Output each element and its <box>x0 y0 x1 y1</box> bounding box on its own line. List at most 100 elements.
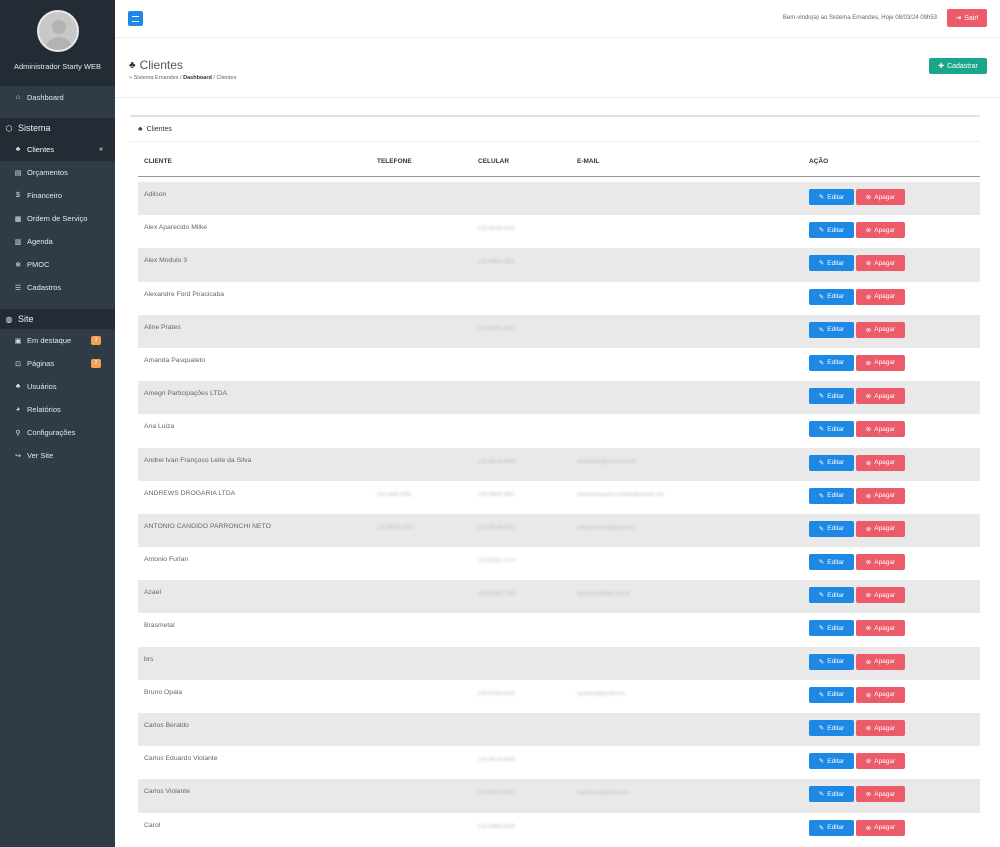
menu-toggle-button[interactable] <box>128 11 143 26</box>
delete-button[interactable]: ⊗ Apagar <box>856 388 905 405</box>
cell-celular: (19) 98749-0472 <box>478 524 515 531</box>
chevron-left-icon: « <box>99 146 103 153</box>
sidebar-item-configuracoes[interactable]: ⚲ Configurações <box>0 421 115 444</box>
delete-button[interactable]: ⊗ Apagar <box>856 620 905 637</box>
cell-cliente: Amanda Pasqualeto <box>144 356 206 364</box>
delete-button[interactable]: ⊗ Apagar <box>856 520 905 537</box>
delete-button[interactable]: ⊗ Apagar <box>856 720 905 736</box>
edit-label: Editar <box>827 691 845 699</box>
sidebar-item-clientes[interactable]: ♣ Clientes « <box>0 138 115 161</box>
column-header-cliente[interactable]: CLIENTE <box>144 158 172 165</box>
avatar[interactable] <box>36 10 79 52</box>
delete-button[interactable]: ⊗ Apagar <box>856 222 905 239</box>
pencil-icon: ✎ <box>818 194 825 201</box>
close-circle-icon: ⊗ <box>865 492 872 500</box>
edit-button[interactable]: ✎ Editar <box>809 421 854 438</box>
delete-button[interactable]: ⊗ Apagar <box>856 321 905 338</box>
edit-button[interactable]: ✎ Editar <box>809 255 854 272</box>
sidebar-item-dashboard[interactable]: ⌂ Dashboard <box>0 86 115 108</box>
delete-button[interactable]: ⊗ Apagar <box>856 288 905 305</box>
delete-button[interactable]: ⊗ Apagar <box>856 653 905 670</box>
edit-button[interactable]: ✎ Editar <box>809 388 854 405</box>
edit-button[interactable]: ✎ Editar <box>809 686 854 703</box>
delete-button[interactable]: ⊗ Apagar <box>856 255 905 272</box>
sidebar-item-em-destaque[interactable]: ▣ Em destaque 3 <box>0 329 115 352</box>
delete-button[interactable]: ⊗ Apagar <box>856 587 905 604</box>
count-badge: 2 <box>91 359 101 368</box>
edit-button[interactable]: ✎ Editar <box>809 620 854 637</box>
delete-button[interactable]: ⊗ Apagar <box>856 454 905 471</box>
logout-button[interactable]: ⇥ Sair! <box>947 9 987 27</box>
sidebar-item-relatorios[interactable]: ◕ Relatórios <box>0 398 115 421</box>
delete-button[interactable]: ⊗ Apagar <box>856 554 905 571</box>
delete-button[interactable]: ⊗ Apagar <box>856 421 905 438</box>
sidebar-item-ver-site[interactable]: ↪ Ver Site <box>0 444 115 467</box>
edit-label: Editar <box>827 624 845 632</box>
sidebar-item-paginas[interactable]: ⊡ Páginas 2 <box>0 352 115 375</box>
count-badge: 3 <box>91 336 101 345</box>
pencil-icon: ✎ <box>818 559 825 567</box>
delete-label: Apagar <box>874 492 896 500</box>
table-row: Andrei Ivan Françoso Leite da Silva (19) … <box>138 447 980 481</box>
close-circle-icon: ⊗ <box>865 625 872 633</box>
sidebar-item-ordem-servico[interactable]: ▦ Ordem de Serviço <box>0 207 115 230</box>
table-row: Carol (19) 99863-4300 ✎ Editar ⊗ Apagar <box>138 813 980 846</box>
sidebar-item-cadastros[interactable]: ☰ Cadastros <box>0 276 115 299</box>
cell-telefone: (19) 3449-5000 <box>377 491 412 498</box>
section-site[interactable]: ◍ Site <box>0 309 115 329</box>
section-sistema[interactable]: ⬡ Sistema <box>0 118 115 138</box>
edit-button[interactable]: ✎ Editar <box>809 288 854 305</box>
breadcrumb-dashboard[interactable]: Dashboard <box>183 75 212 81</box>
table-row: Ana Luiza ✎ Editar ⊗ Apagar <box>138 414 980 447</box>
column-header-celular[interactable]: CELULAR <box>478 158 509 165</box>
cell-celular: (19) 99179-6000 <box>478 757 515 764</box>
delete-button[interactable]: ⊗ Apagar <box>856 819 905 836</box>
delete-button[interactable]: ⊗ Apagar <box>856 686 905 703</box>
edit-button[interactable]: ✎ Editar <box>809 653 854 670</box>
edit-button[interactable]: ✎ Editar <box>809 720 854 736</box>
clients-panel: ♣ Clientes CLIENTE TELEFONE CELULAR E-MA… <box>130 115 980 847</box>
pages-icon: ⊡ <box>15 360 21 368</box>
edit-button[interactable]: ✎ Editar <box>809 487 854 504</box>
panel-title: Clientes <box>146 125 172 133</box>
cell-email: andrewsdrogaria.contato@hotmail.com <box>577 491 665 498</box>
edit-button[interactable]: ✎ Editar <box>809 454 854 471</box>
edit-label: Editar <box>827 492 845 500</box>
delete-button[interactable]: ⊗ Apagar <box>856 189 905 205</box>
sidebar-item-usuarios[interactable]: ♣ Usuários <box>0 375 115 398</box>
edit-label: Editar <box>827 724 845 732</box>
pencil-icon: ✎ <box>818 227 825 235</box>
edit-button[interactable]: ✎ Editar <box>809 753 854 770</box>
delete-button[interactable]: ⊗ Apagar <box>856 753 905 770</box>
edit-button[interactable]: ✎ Editar <box>809 354 854 371</box>
sidebar-item-financeiro[interactable]: $ Financeiro <box>0 184 115 207</box>
cell-email: azael@azaelfilm.com.br <box>577 591 631 598</box>
cell-celular: (19) 99321-4000 <box>478 325 515 332</box>
column-header-telefone[interactable]: TELEFONE <box>377 158 412 165</box>
edit-label: Editar <box>827 392 845 400</box>
cell-cliente: Aline Prates <box>144 323 181 331</box>
edit-button[interactable]: ✎ Editar <box>809 819 854 836</box>
pencil-icon: ✎ <box>818 658 825 666</box>
add-client-button[interactable]: ✚ Cadastrar <box>929 58 987 74</box>
sidebar-item-agenda[interactable]: ▥ Agenda <box>0 230 115 253</box>
delete-button[interactable]: ⊗ Apagar <box>856 487 905 504</box>
edit-button[interactable]: ✎ Editar <box>809 587 854 604</box>
edit-label: Editar <box>827 326 845 334</box>
sidebar-item-orcamentos[interactable]: ▤ Orçamentos <box>0 161 115 184</box>
delete-button[interactable]: ⊗ Apagar <box>856 786 905 803</box>
edit-button[interactable]: ✎ Editar <box>809 222 854 239</box>
column-header-email[interactable]: E-MAIL <box>577 158 599 165</box>
plus-icon: ✚ <box>938 63 945 70</box>
breadcrumb-home[interactable]: » Sistema Ernandes <box>129 75 179 81</box>
cell-cliente: Alex Aparecido Milke <box>144 224 208 232</box>
edit-button[interactable]: ✎ Editar <box>809 520 854 537</box>
edit-button[interactable]: ✎ Editar <box>809 321 854 338</box>
sidebar-item-pmoc[interactable]: ❄ PMOC <box>0 253 115 276</box>
edit-label: Editar <box>827 757 845 765</box>
edit-button[interactable]: ✎ Editar <box>809 786 854 803</box>
close-circle-icon: ⊗ <box>865 758 872 766</box>
delete-button[interactable]: ⊗ Apagar <box>856 354 905 371</box>
edit-button[interactable]: ✎ Editar <box>809 554 854 571</box>
edit-button[interactable]: ✎ Editar <box>809 189 854 205</box>
